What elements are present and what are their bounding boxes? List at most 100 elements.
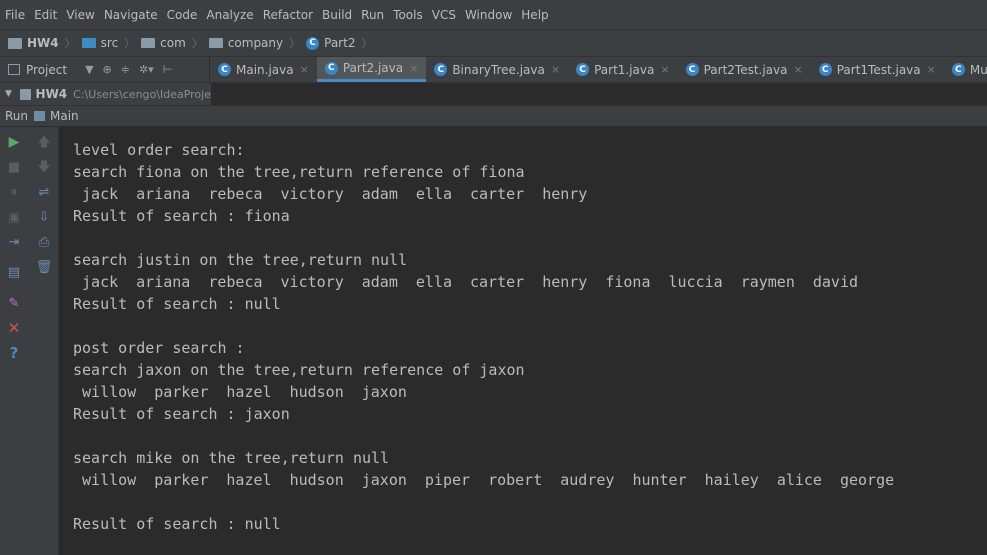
menu-help[interactable]: Help [521,8,548,22]
traversal-node: david [812,273,859,291]
expand-arrow-icon[interactable]: ▼ [5,89,12,99]
help-icon[interactable]: ? [6,345,22,361]
close-icon[interactable]: ✕ [6,320,22,336]
collapse-all-icon[interactable]: ≑ [121,63,130,76]
breadcrumb-class[interactable]: C Part2 〉 [306,35,372,51]
up-arrow-icon[interactable]: 🡅 [36,134,52,150]
close-icon[interactable]: × [927,63,936,76]
breadcrumb-com[interactable]: com 〉 [141,35,203,51]
pause-icon[interactable]: ⏸ [6,184,22,200]
class-icon: C [306,36,320,50]
traversal-node: luccia [668,273,723,291]
traversal-node: willow [82,383,137,401]
class-icon: C [818,63,832,76]
menu-build[interactable]: Build [322,8,352,22]
editor-tab-bar: Project ▼ ⊕ ≑ ✲▾ ⊢ C Main.java × C Part2… [0,56,987,83]
menu-view[interactable]: View [66,8,94,22]
breadcrumb-company[interactable]: company 〉 [208,35,301,51]
traversal-node: fiona [605,273,651,291]
traversal-node: hudson [289,471,344,489]
tab-main-java[interactable]: C Main.java × [210,57,317,82]
menu-vcs[interactable]: VCS [432,8,456,22]
trash-icon[interactable]: 🗑 [36,259,53,275]
menu-refactor[interactable]: Refactor [263,8,313,22]
gear-icon[interactable]: ✲▾ [139,63,154,76]
chevron-right-icon: 〉 [289,37,301,50]
tab-part1test-java[interactable]: C Part1Test.java × [811,57,944,82]
project-tree-root[interactable]: ▼ HW4 C:\Users\cengo\IdeaProje [0,83,212,105]
traversal-node: ariana [136,273,191,291]
traversal-node: hudson [289,383,344,401]
traversal-node: hazel [226,383,272,401]
menu-file[interactable]: File [5,8,25,22]
console-output[interactable]: level order search: search fiona on the … [60,127,987,555]
breadcrumb-project[interactable]: HW4 〉 [8,35,76,51]
chevron-right-icon: 〉 [64,37,76,50]
hide-panel-icon[interactable]: ⊢ [163,63,173,76]
run-config-icon [34,111,46,121]
run-window-header: Run Main [0,105,987,127]
console-line: Result of search : null [73,515,281,533]
pin-icon[interactable]: ✎ [6,295,22,311]
close-icon[interactable]: × [409,62,418,75]
menu-tools[interactable]: Tools [393,8,423,22]
menu-navigate[interactable]: Navigate [104,8,158,22]
close-icon[interactable]: × [660,63,669,76]
console-line: search fiona on the tree,return referenc… [73,163,525,181]
traversal-node: parker [154,471,209,489]
project-view-selector[interactable]: Project [26,63,67,77]
menu-edit[interactable]: Edit [34,8,57,22]
menu-analyze[interactable]: Analyze [206,8,253,22]
traversal-node: adam [361,185,398,203]
rerun-icon[interactable]: ▶ [6,134,22,150]
close-icon[interactable]: × [551,63,560,76]
print-icon[interactable]: ⎙ [36,234,52,250]
dump-threads-icon[interactable]: ▣ [6,209,22,225]
soft-wrap-icon[interactable]: ⇌ [36,184,52,200]
tab-binarytree-java[interactable]: C BinaryTree.java × [426,57,568,82]
project-name: HW4 [35,87,68,101]
tab-mustbecomp[interactable]: C MustBeComp [944,57,987,82]
traversal-node: alice [776,471,822,489]
dropdown-icon[interactable]: ▼ [85,63,93,76]
close-icon[interactable]: × [300,63,309,76]
traversal-node: carter [470,185,525,203]
module-icon [8,37,22,49]
traversal-node: jack [82,273,119,291]
breadcrumb-src[interactable]: src 〉 [81,35,136,51]
traversal-node: audrey [560,471,615,489]
run-window-title: Run [5,109,29,123]
class-icon: C [434,63,448,76]
folder-icon [81,38,96,48]
scroll-from-source-icon[interactable]: ⊕ [103,63,112,76]
traversal-node: robert [488,471,543,489]
traversal-node: jack [82,185,119,203]
project-view-icon [8,64,20,75]
chevron-right-icon: 〉 [124,37,136,50]
tab-part2-java[interactable]: C Part2.java × [316,57,427,82]
layout-icon[interactable]: ▤ [6,264,22,280]
run-toolbar: ▶ 🡅 ■ 🡇 ⏸ ⇌ ▣ ⇩ ⇥ ⎙ 🗑 ▤ ✎ ✕ ? [0,127,59,555]
console-line: Result of search : null [73,295,281,313]
traversal-node: ella [415,185,452,203]
editor-area [212,83,987,105]
traversal-node: adam [361,273,398,291]
down-arrow-icon[interactable]: 🡇 [36,159,52,175]
traversal-node: jaxon [361,383,407,401]
menu-window[interactable]: Window [465,8,512,22]
run-config-tab[interactable]: Main [50,109,79,123]
exit-icon[interactable]: ⇥ [6,234,22,250]
project-path: C:\Users\cengo\IdeaProje [73,87,211,101]
console-line: search mike on the tree,return null [73,449,390,467]
menu-run[interactable]: Run [361,8,384,22]
close-icon[interactable]: × [794,63,803,76]
traversal-node: ella [415,273,452,291]
tab-part2test-java[interactable]: C Part2Test.java × [678,57,811,82]
traversal-node: parker [154,383,209,401]
scroll-to-end-icon[interactable]: ⇩ [36,209,52,225]
traversal-node: rebeca [208,185,263,203]
stop-icon[interactable]: ■ [6,159,22,175]
tab-part1-java[interactable]: C Part1.java × [568,57,678,82]
menu-code[interactable]: Code [167,8,198,22]
